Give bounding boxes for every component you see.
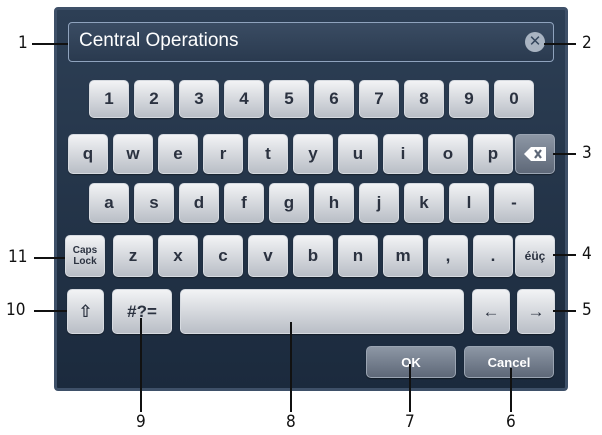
callout-3: 3: [582, 143, 592, 163]
key-7[interactable]: 7: [359, 80, 399, 118]
cancel-button[interactable]: Cancel: [464, 346, 554, 378]
key-p[interactable]: p: [473, 134, 513, 174]
key-4[interactable]: 4: [224, 80, 264, 118]
callout-line-4: [553, 254, 576, 256]
callout-line-5: [553, 310, 576, 312]
key-t[interactable]: t: [248, 134, 288, 174]
key-h[interactable]: h: [314, 183, 354, 223]
left-arrow-icon: ←: [482, 301, 500, 321]
key-e[interactable]: e: [158, 134, 198, 174]
shift-key[interactable]: ⇧: [67, 289, 104, 334]
callout-10: 10: [6, 300, 26, 320]
key-5[interactable]: 5: [269, 80, 309, 118]
callout-line-9: [140, 318, 142, 412]
space-bar[interactable]: [180, 289, 464, 334]
right-arrow-key[interactable]: →: [517, 289, 555, 334]
key-d[interactable]: d: [179, 183, 219, 223]
key-hyphen[interactable]: -: [494, 183, 534, 223]
backspace-icon: [524, 147, 546, 161]
ok-button[interactable]: OK: [366, 346, 456, 378]
key-3[interactable]: 3: [179, 80, 219, 118]
callout-4: 4: [582, 244, 592, 264]
key-y[interactable]: y: [293, 134, 333, 174]
callout-9: 9: [136, 412, 146, 432]
key-f[interactable]: f: [224, 183, 264, 223]
callout-11: 11: [8, 247, 28, 267]
key-q[interactable]: q: [68, 134, 108, 174]
key-s[interactable]: s: [134, 183, 174, 223]
left-arrow-key[interactable]: ←: [472, 289, 510, 334]
callout-line-3: [553, 153, 576, 155]
callout-8: 8: [286, 412, 296, 432]
accents-key[interactable]: éüç: [515, 235, 555, 277]
caps-lock-key[interactable]: Caps Lock: [65, 235, 105, 277]
key-o[interactable]: o: [428, 134, 468, 174]
callout-1: 1: [18, 33, 28, 53]
callout-5: 5: [582, 300, 592, 320]
callout-line-2: [544, 43, 576, 45]
clear-icon[interactable]: ✕: [525, 32, 545, 52]
key-u[interactable]: u: [338, 134, 378, 174]
callout-6: 6: [506, 412, 516, 432]
callout-line-10: [34, 310, 67, 312]
callout-line-1: [32, 43, 68, 45]
callout-line-8: [290, 322, 292, 412]
callout-2: 2: [582, 33, 592, 53]
key-period[interactable]: .: [473, 235, 513, 277]
key-i[interactable]: i: [383, 134, 423, 174]
key-1[interactable]: 1: [89, 80, 129, 118]
key-n[interactable]: n: [338, 235, 378, 277]
key-b[interactable]: b: [293, 235, 333, 277]
key-j[interactable]: j: [359, 183, 399, 223]
text-input[interactable]: Central Operations ✕: [68, 22, 554, 62]
key-9[interactable]: 9: [449, 80, 489, 118]
key-0[interactable]: 0: [494, 80, 534, 118]
key-c[interactable]: c: [203, 235, 243, 277]
key-r[interactable]: r: [203, 134, 243, 174]
callout-line-7: [409, 364, 411, 412]
backspace-key[interactable]: [515, 134, 555, 174]
key-m[interactable]: m: [383, 235, 423, 277]
key-x[interactable]: x: [158, 235, 198, 277]
callout-line-6: [510, 368, 512, 412]
key-w[interactable]: w: [113, 134, 153, 174]
shift-icon: ⇧: [78, 301, 93, 321]
key-z[interactable]: z: [113, 235, 153, 277]
key-6[interactable]: 6: [314, 80, 354, 118]
key-k[interactable]: k: [404, 183, 444, 223]
key-8[interactable]: 8: [404, 80, 444, 118]
key-comma[interactable]: ,: [428, 235, 468, 277]
key-l[interactable]: l: [449, 183, 489, 223]
key-v[interactable]: v: [248, 235, 288, 277]
symbols-key[interactable]: #?=: [112, 289, 172, 334]
callout-line-11: [34, 257, 65, 259]
right-arrow-icon: →: [527, 301, 545, 321]
key-2[interactable]: 2: [134, 80, 174, 118]
text-input-value: Central Operations: [79, 30, 239, 51]
key-a[interactable]: a: [89, 183, 129, 223]
callout-7: 7: [405, 412, 415, 432]
key-g[interactable]: g: [269, 183, 309, 223]
